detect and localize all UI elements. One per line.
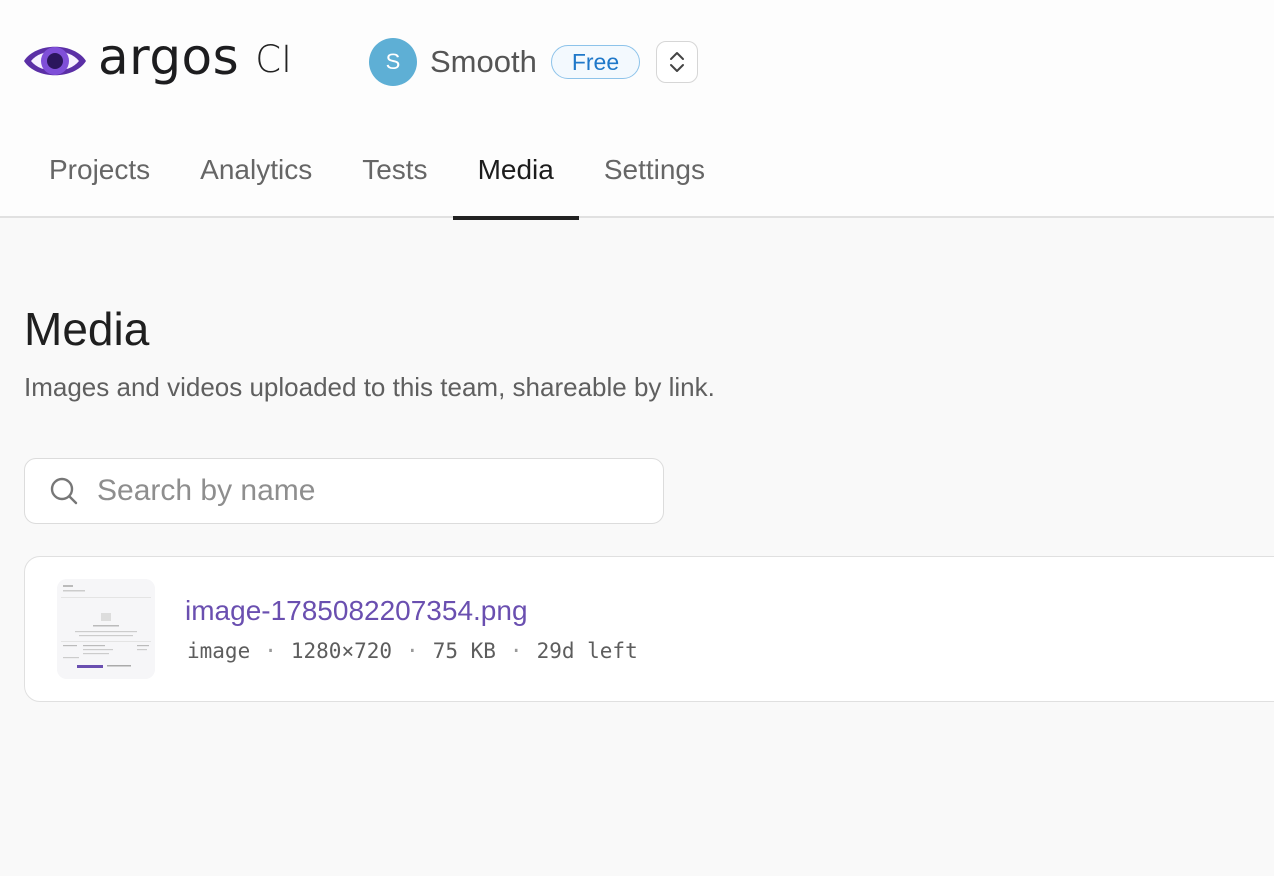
media-type: image xyxy=(187,639,251,663)
argos-logo[interactable]: argos CI xyxy=(22,32,292,86)
meta-separator: · xyxy=(406,639,419,663)
media-expiry: 29d left xyxy=(536,639,638,663)
media-dimensions: 1280×720 xyxy=(290,639,393,663)
search-icon xyxy=(49,476,79,506)
team-tabs: Projects Analytics Tests Media Settings xyxy=(24,138,730,220)
media-size: 75 KB xyxy=(432,639,496,663)
tab-analytics[interactable]: Analytics xyxy=(175,138,337,218)
media-file-name-link[interactable]: image-1785082207354.png xyxy=(185,595,528,627)
eye-logo-icon xyxy=(24,46,86,76)
tab-settings[interactable]: Settings xyxy=(579,138,730,218)
page-subtitle: Images and videos uploaded to this team,… xyxy=(24,372,715,402)
team-selector: S Smooth Free xyxy=(369,38,699,86)
meta-separator: · xyxy=(509,639,523,663)
meta-separator: · xyxy=(264,639,277,663)
logo-wordmark: argos xyxy=(98,28,240,86)
logo-suffix: CI xyxy=(255,37,292,81)
media-meta: image · 1280×720 · 75 KB · 29d left xyxy=(187,639,638,663)
plan-badge[interactable]: Free xyxy=(550,45,641,79)
tab-media[interactable]: Media xyxy=(452,138,580,220)
search-input[interactable] xyxy=(97,474,617,508)
tab-tests[interactable]: Tests xyxy=(337,138,452,218)
team-switcher-button[interactable] xyxy=(656,41,699,83)
app-header: argos CI S Smooth Free Projects Analytic… xyxy=(0,0,1274,220)
media-thumbnail[interactable] xyxy=(57,579,155,679)
chevron-up-down-icon xyxy=(670,52,685,72)
page-title: Media xyxy=(24,303,150,355)
team-name[interactable]: Smooth xyxy=(430,44,537,80)
search-box[interactable] xyxy=(24,458,664,524)
tab-projects[interactable]: Projects xyxy=(24,138,175,218)
media-list-item[interactable]: image-1785082207354.png image · 1280×720… xyxy=(24,556,1274,702)
team-avatar[interactable]: S xyxy=(369,38,417,86)
